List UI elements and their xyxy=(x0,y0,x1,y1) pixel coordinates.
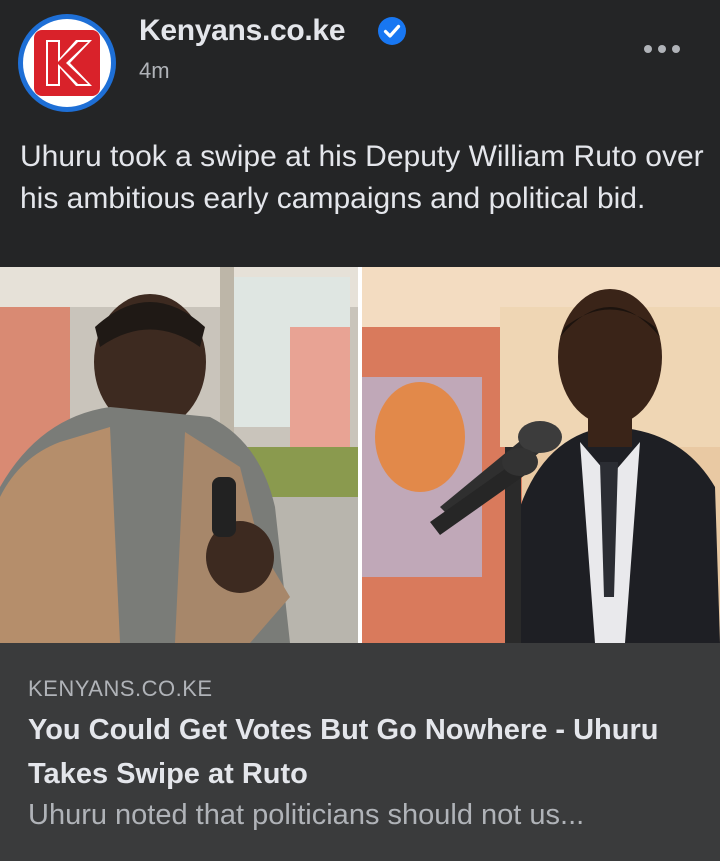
more-horizontal-icon xyxy=(644,45,652,53)
more-options-button[interactable] xyxy=(644,34,688,64)
post-header: Kenyans.co.ke 4m xyxy=(0,0,720,120)
link-domain[interactable]: KENYANS.CO.KE xyxy=(28,676,213,702)
post-caption: Uhuru took a swipe at his Deputy William… xyxy=(20,140,704,215)
page-name[interactable]: Kenyans.co.ke xyxy=(139,14,346,48)
link-headline[interactable]: You Could Get Votes But Go Nowhere - Uhu… xyxy=(28,708,708,796)
verified-badge-icon xyxy=(378,17,406,45)
split-photo-illustration xyxy=(0,267,720,643)
more-horizontal-icon xyxy=(658,45,666,53)
page-avatar[interactable] xyxy=(18,14,116,112)
link-snippet[interactable]: Uhuru noted that politicians should not … xyxy=(28,799,708,832)
news-feed-post: Kenyans.co.ke 4m Uhuru took a swipe at h… xyxy=(0,0,720,861)
post-timestamp[interactable]: 4m xyxy=(139,58,170,84)
post-photo[interactable] xyxy=(0,267,720,643)
avatar-logo-background xyxy=(23,19,111,107)
kenyans-logo-icon xyxy=(34,30,100,96)
more-horizontal-icon xyxy=(672,45,680,53)
